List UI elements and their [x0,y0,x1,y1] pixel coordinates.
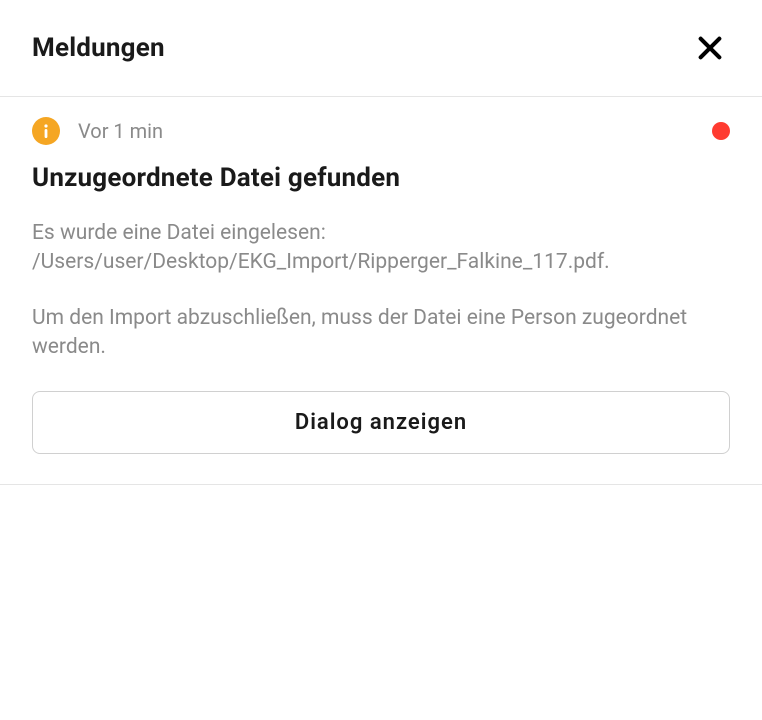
close-button[interactable] [690,28,730,68]
status-indicator [712,122,730,140]
notification-title: Unzugeordnete Datei gefunden [32,163,730,193]
show-dialog-button[interactable]: Dialog anzeigen [32,391,730,454]
notification-body-line: Es wurde eine Datei eingelesen: [32,219,730,248]
notification-timestamp: Vor 1 min [78,119,163,143]
close-icon [696,34,724,62]
notification-body-line: /Users/user/Desktop/EKG_Import/Ripperger… [32,248,730,277]
panel-header: Meldungen [0,0,762,97]
notification-body-line: Um den Import abzuschließen, muss der Da… [32,304,730,363]
notification-meta: Vor 1 min [32,117,730,145]
panel-title: Meldungen [32,33,165,63]
notification-body: Es wurde eine Datei eingelesen: /Users/u… [32,219,730,363]
info-icon [32,117,60,145]
notification-item: Vor 1 min Unzugeordnete Datei gefunden E… [0,97,762,485]
